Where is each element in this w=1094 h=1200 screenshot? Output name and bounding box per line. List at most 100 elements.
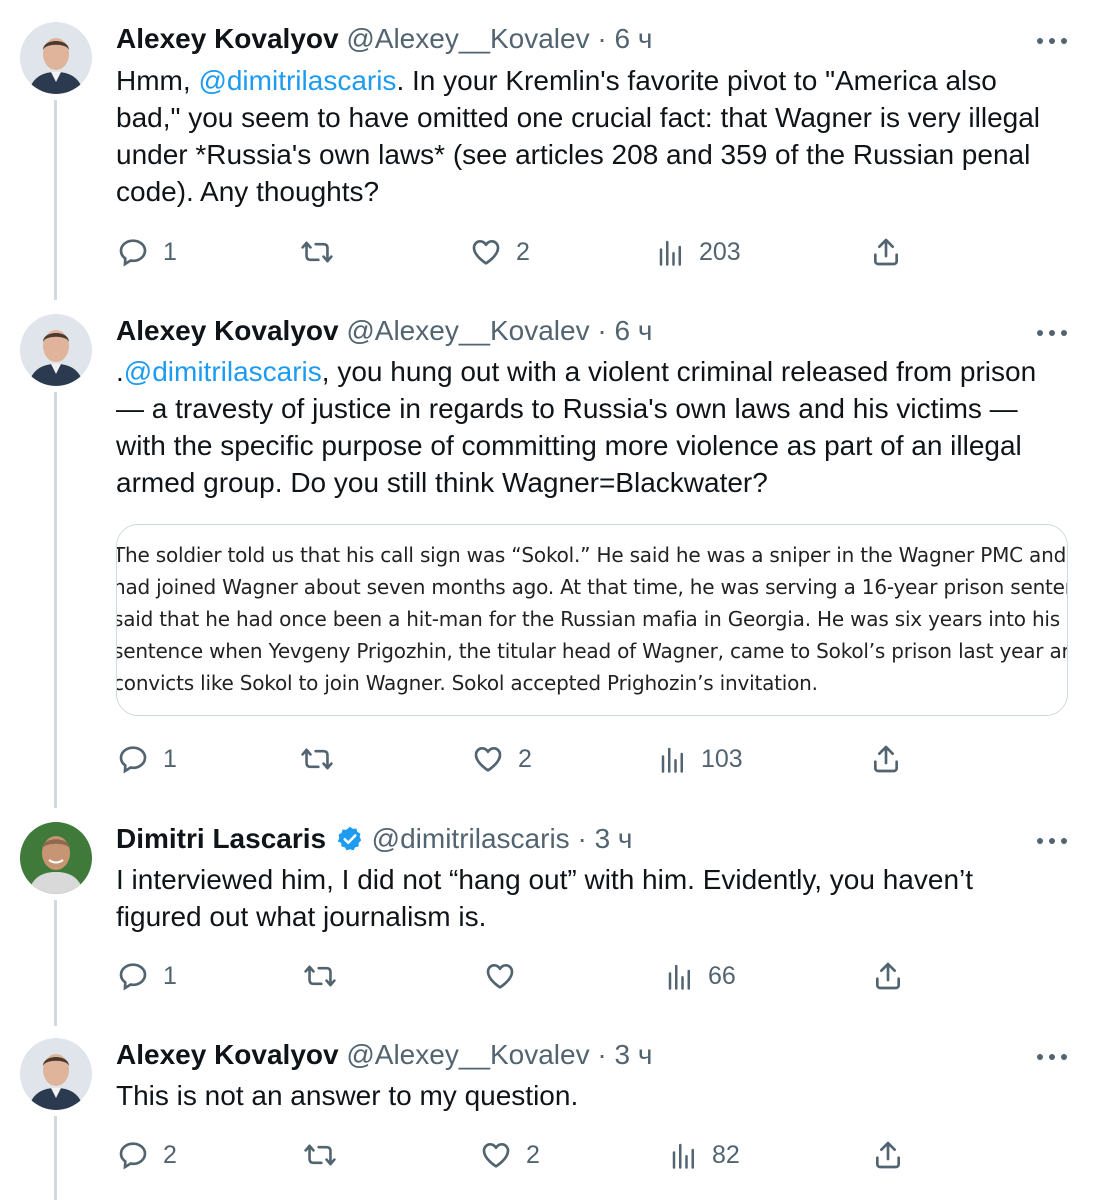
timestamp[interactable]: 6 ч xyxy=(614,23,652,54)
tweet-header: Alexey Kovalyov @Alexey__Kovalev · 3 ч xyxy=(116,1038,652,1072)
analytics-icon xyxy=(668,964,690,990)
separator: · xyxy=(577,823,587,854)
share-icon xyxy=(876,1141,900,1169)
author-handle[interactable]: @dimitrilascaris xyxy=(372,823,570,854)
reply-count: 1 xyxy=(163,961,177,990)
reply-count: 1 xyxy=(163,744,177,773)
retweet-icon xyxy=(304,965,336,987)
retweet-button[interactable] xyxy=(303,1137,337,1173)
reply-icon xyxy=(119,963,147,991)
tweet-text: Hmm, @dimitrilascaris. In your Kremlin's… xyxy=(116,62,1066,210)
quote-line: The soldier told us that his call sign w… xyxy=(116,543,1068,567)
mention-link[interactable]: @dimitrilascaris xyxy=(124,356,322,387)
text-prefix: . xyxy=(116,356,124,387)
retweet-icon xyxy=(301,241,333,263)
like-button[interactable]: 2 xyxy=(472,741,532,777)
reply-icon xyxy=(119,746,147,774)
like-button[interactable]: 2 xyxy=(480,1137,540,1173)
quoted-image-text: The soldier told us that his call sign w… xyxy=(116,539,1068,699)
author-name[interactable]: Alexey Kovalyov xyxy=(116,23,339,54)
quote-line: said that he had once been a hit-man for… xyxy=(116,607,1068,631)
author-name[interactable]: Dimitri Lascaris xyxy=(116,823,326,854)
quoted-image[interactable]: The soldier told us that his call sign w… xyxy=(116,524,1068,716)
text-prefix: Hmm, xyxy=(116,65,199,96)
author-handle[interactable]: @Alexey__Kovalev xyxy=(346,23,589,54)
analytics-icon xyxy=(661,747,683,773)
avatar-dimitri[interactable] xyxy=(20,822,92,894)
tweet-text: .@dimitrilascaris, you hung out with a v… xyxy=(116,353,1066,501)
share-icon xyxy=(874,238,898,266)
views-button[interactable]: 103 xyxy=(659,741,743,777)
view-count: 66 xyxy=(708,961,736,990)
reply-button[interactable]: 1 xyxy=(117,741,177,777)
reply-button[interactable]: 2 xyxy=(117,1137,177,1173)
author-name[interactable]: Alexey Kovalyov xyxy=(116,1039,339,1070)
retweet-icon xyxy=(301,748,333,770)
like-button[interactable] xyxy=(484,958,516,994)
heart-icon xyxy=(474,747,502,772)
timestamp[interactable]: 3 ч xyxy=(595,823,633,854)
verified-badge-icon xyxy=(337,826,362,851)
retweet-button[interactable] xyxy=(300,234,334,270)
more-options-icon[interactable] xyxy=(1034,326,1070,340)
tweet-header: Alexey Kovalyov @Alexey__Kovalev · 6 ч xyxy=(116,22,652,56)
quote-line: convicts like Sokol to join Wagner. Soko… xyxy=(116,671,818,695)
author-name[interactable]: Alexey Kovalyov xyxy=(116,315,339,346)
avatar-alexey[interactable] xyxy=(20,22,92,94)
tweet-text: I interviewed him, I did not “hang out” … xyxy=(116,861,1066,935)
share-button[interactable] xyxy=(872,1137,904,1173)
views-button[interactable]: 82 xyxy=(670,1137,740,1173)
view-count: 103 xyxy=(701,744,743,773)
text-body: I interviewed him, I did not “hang out” … xyxy=(116,864,974,932)
share-button[interactable] xyxy=(870,234,902,270)
like-count: 2 xyxy=(526,1140,540,1169)
share-icon xyxy=(876,962,900,990)
retweet-icon xyxy=(304,1144,336,1166)
retweet-button[interactable] xyxy=(300,741,334,777)
views-button[interactable]: 66 xyxy=(666,958,736,994)
like-button[interactable]: 2 xyxy=(470,234,530,270)
reply-count: 2 xyxy=(163,1140,177,1169)
tweet-text: This is not an answer to my question. xyxy=(116,1077,1066,1114)
views-button[interactable]: 203 xyxy=(657,234,741,270)
reply-button[interactable]: 1 xyxy=(117,958,177,994)
timestamp[interactable]: 3 ч xyxy=(614,1039,652,1070)
tweet[interactable]: Dimitri Lascaris @dimitrilascaris · 3 ч … xyxy=(0,808,1094,1026)
tweet[interactable]: Alexey Kovalyov @Alexey__Kovalev · 6 ч .… xyxy=(0,300,1094,808)
avatar-alexey[interactable] xyxy=(20,1038,92,1110)
tweet[interactable]: Alexey Kovalyov @Alexey__Kovalev · 6 ч H… xyxy=(0,0,1094,300)
separator: · xyxy=(597,1039,607,1070)
analytics-icon xyxy=(659,240,681,266)
reply-button[interactable]: 1 xyxy=(117,234,177,270)
like-count: 2 xyxy=(516,237,530,266)
quote-line: had joined Wagner about seven months ago… xyxy=(116,575,1068,599)
share-button[interactable] xyxy=(870,741,902,777)
more-options-icon[interactable] xyxy=(1034,1050,1070,1064)
reply-icon xyxy=(119,239,147,267)
more-options-icon[interactable] xyxy=(1034,834,1070,848)
reply-count: 1 xyxy=(163,237,177,266)
author-handle[interactable]: @Alexey__Kovalev xyxy=(346,1039,589,1070)
share-icon xyxy=(874,745,898,773)
author-handle[interactable]: @Alexey__Kovalev xyxy=(346,315,589,346)
more-options-icon[interactable] xyxy=(1034,34,1070,48)
text-body: This is not an answer to my question. xyxy=(116,1080,579,1111)
view-count: 203 xyxy=(699,237,741,266)
avatar-alexey[interactable] xyxy=(20,314,92,386)
mention-link[interactable]: @dimitrilascaris xyxy=(198,65,396,96)
timestamp[interactable]: 6 ч xyxy=(614,315,652,346)
separator: · xyxy=(597,23,607,54)
tweet[interactable]: Alexey Kovalyov @Alexey__Kovalev · 3 ч T… xyxy=(0,1026,1094,1200)
tweet-header: Dimitri Lascaris @dimitrilascaris · 3 ч xyxy=(116,822,633,856)
reply-icon xyxy=(119,1142,147,1170)
like-count: 2 xyxy=(518,744,532,773)
analytics-icon xyxy=(672,1143,694,1169)
heart-icon xyxy=(482,1143,510,1168)
view-count: 82 xyxy=(712,1140,740,1169)
separator: · xyxy=(597,315,607,346)
retweet-button[interactable] xyxy=(303,958,337,994)
tweet-header: Alexey Kovalyov @Alexey__Kovalev · 6 ч xyxy=(116,314,652,348)
quote-line: sentence when Yevgeny Prigozhin, the tit… xyxy=(116,639,1068,663)
heart-icon xyxy=(486,964,514,989)
share-button[interactable] xyxy=(872,958,904,994)
